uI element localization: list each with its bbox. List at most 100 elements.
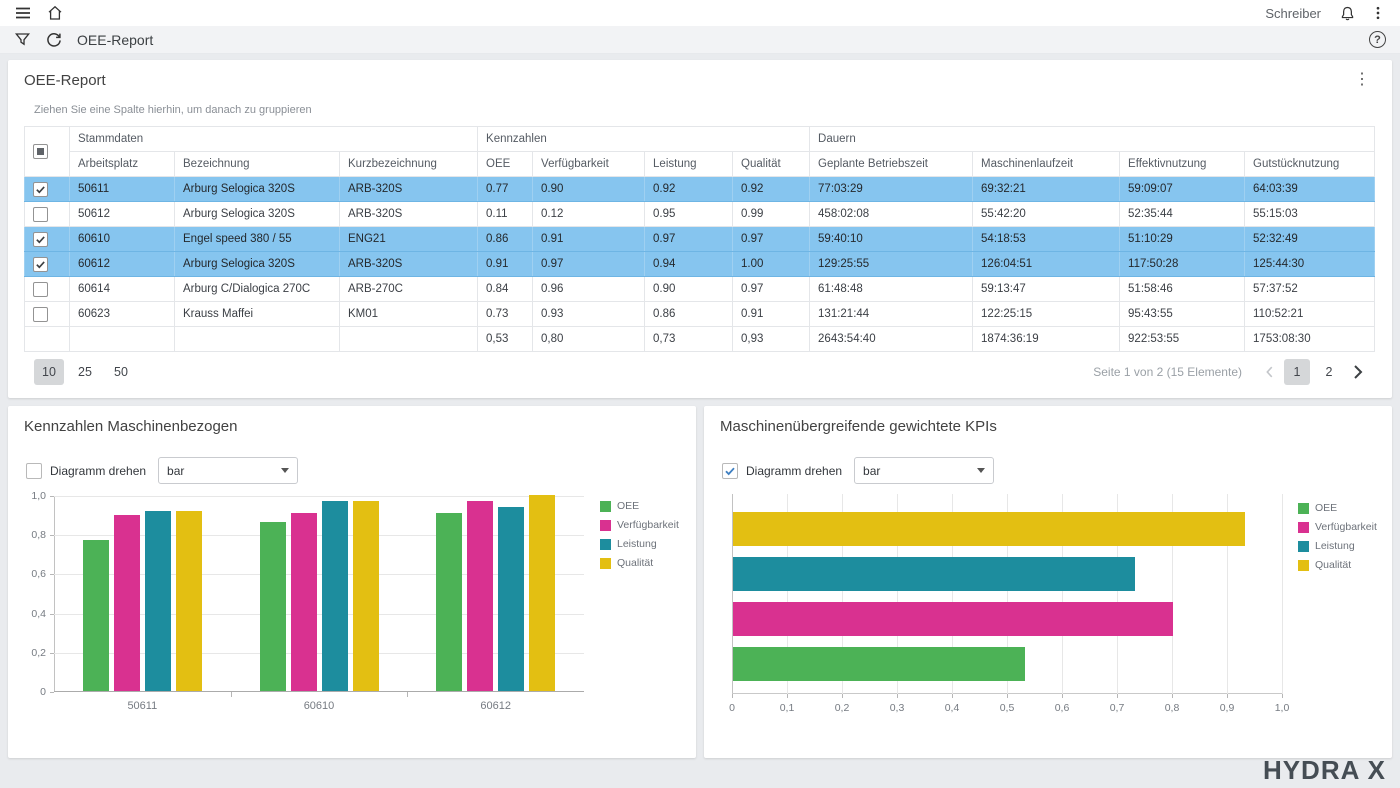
table-cell: 0.96 — [533, 277, 645, 302]
breadcrumb-title: OEE-Report — [77, 32, 153, 48]
table-row[interactable]: 60612Arburg Selogica 320SARB-320S0.910.9… — [25, 252, 1375, 277]
page-number-button[interactable]: 2 — [1316, 359, 1342, 385]
column-header[interactable]: Geplante Betriebszeit — [810, 152, 973, 177]
table-row[interactable]: 60623Krauss MaffeiKM010.730.930.860.9113… — [25, 302, 1375, 327]
rotate-chart-checkbox[interactable] — [722, 463, 738, 479]
column-header[interactable]: Effektivnutzung — [1120, 152, 1245, 177]
oee-report-panel: OEE-Report ⋮ Ziehen Sie eine Spalte hier… — [8, 60, 1392, 398]
summary-cell — [25, 327, 70, 352]
select-all-header[interactable] — [25, 127, 70, 177]
legend-label: OEE — [617, 500, 639, 512]
chart-bar — [733, 557, 1135, 591]
row-checkbox[interactable] — [33, 307, 48, 322]
legend-item: Leistung — [1298, 540, 1377, 552]
table-cell: 77:03:29 — [810, 177, 973, 202]
hamburger-menu-icon[interactable] — [14, 4, 32, 22]
y-tick — [50, 535, 54, 536]
x-tick — [1172, 694, 1173, 698]
column-header[interactable]: OEE — [478, 152, 533, 177]
notifications-bell-icon[interactable] — [1339, 5, 1356, 22]
table-row[interactable]: 50611Arburg Selogica 320SARB-320S0.770.9… — [25, 177, 1375, 202]
x-tick — [407, 692, 408, 697]
chart-type-value: bar — [167, 464, 184, 478]
panel-kebab-icon[interactable]: ⋮ — [1348, 70, 1376, 90]
table-row[interactable]: 60614Arburg C/Dialogica 270CARB-270C0.84… — [25, 277, 1375, 302]
summary-cell — [70, 327, 175, 352]
y-tick — [50, 496, 54, 497]
table-cell: 0.91 — [533, 227, 645, 252]
next-page-icon[interactable] — [1348, 363, 1366, 381]
user-name[interactable]: Schreiber — [1265, 6, 1321, 21]
column-group-header[interactable]: Stammdaten — [70, 127, 478, 152]
column-header[interactable]: Verfügbarkeit — [533, 152, 645, 177]
x-tick-label: 0,9 — [1211, 702, 1243, 714]
table-cell: 122:25:15 — [973, 302, 1120, 327]
report-toolbar: OEE-Report ? — [0, 26, 1400, 54]
table-row[interactable]: 50612Arburg Selogica 320SARB-320S0.110.1… — [25, 202, 1375, 227]
column-group-header[interactable]: Kennzahlen — [478, 127, 810, 152]
overflow-kebab-icon[interactable] — [1370, 5, 1386, 21]
hydra-x-logo: HYDRA X — [1263, 755, 1386, 786]
row-checkbox[interactable] — [33, 257, 48, 272]
select-all-checkbox[interactable] — [33, 144, 48, 159]
legend-label: Verfügbarkeit — [617, 519, 679, 531]
table-cell: 0.11 — [478, 202, 533, 227]
x-tick — [842, 694, 843, 698]
row-checkbox[interactable] — [33, 182, 48, 197]
table-cell: Arburg Selogica 320S — [175, 202, 340, 227]
group-by-hint[interactable]: Ziehen Sie eine Spalte hierhin, um danac… — [24, 90, 1376, 126]
table-cell: 50612 — [70, 202, 175, 227]
page-size-button[interactable]: 10 — [34, 359, 64, 385]
table-cell: 55:42:20 — [973, 202, 1120, 227]
row-checkbox-cell[interactable] — [25, 202, 70, 227]
row-checkbox-cell[interactable] — [25, 277, 70, 302]
page-size-button[interactable]: 50 — [106, 359, 136, 385]
column-header[interactable]: Qualität — [733, 152, 810, 177]
column-header[interactable]: Leistung — [645, 152, 733, 177]
column-header[interactable]: Gutstücknutzung — [1245, 152, 1375, 177]
column-header[interactable]: Bezeichnung — [175, 152, 340, 177]
row-checkbox-cell[interactable] — [25, 227, 70, 252]
page-size-button[interactable]: 25 — [70, 359, 100, 385]
panel-title: OEE-Report — [24, 72, 106, 89]
legend-item: OEE — [600, 500, 679, 512]
column-header[interactable]: Kurzbezeichnung — [340, 152, 478, 177]
row-checkbox[interactable] — [33, 232, 48, 247]
legend-item: Verfügbarkeit — [600, 519, 679, 531]
chart-type-select[interactable]: bar — [158, 457, 298, 484]
row-checkbox[interactable] — [33, 282, 48, 297]
table-cell: 0.86 — [645, 302, 733, 327]
plot-area: 00,10,20,30,40,50,60,70,80,91,0 — [732, 494, 1282, 694]
column-header[interactable]: Maschinenlaufzeit — [973, 152, 1120, 177]
row-checkbox-cell[interactable] — [25, 252, 70, 277]
table-cell: 131:21:44 — [810, 302, 973, 327]
help-icon[interactable]: ? — [1369, 31, 1386, 48]
filter-icon[interactable] — [14, 31, 31, 48]
column-group-header[interactable]: Dauern — [810, 127, 1375, 152]
table-row[interactable]: 60610Engel speed 380 / 55ENG210.860.910.… — [25, 227, 1375, 252]
table-cell: 0.92 — [733, 177, 810, 202]
chart-bar — [114, 515, 140, 691]
chart-type-select[interactable]: bar — [854, 457, 994, 484]
rotate-chart-checkbox[interactable] — [26, 463, 42, 479]
x-category-label: 60610 — [231, 700, 408, 712]
table-cell: 0.86 — [478, 227, 533, 252]
x-category-label: 60612 — [407, 700, 584, 712]
column-header[interactable]: Arbeitsplatz — [70, 152, 175, 177]
table-cell: 95:43:55 — [1120, 302, 1245, 327]
page-number-button[interactable]: 1 — [1284, 359, 1310, 385]
x-tick-label: 0 — [716, 702, 748, 714]
prev-page-icon[interactable] — [1262, 364, 1278, 380]
row-checkbox-cell[interactable] — [25, 302, 70, 327]
row-checkbox[interactable] — [33, 207, 48, 222]
pagination-info: Seite 1 von 2 (15 Elemente) — [1093, 365, 1242, 379]
table-cell: 51:10:29 — [1120, 227, 1245, 252]
legend-label: Verfügbarkeit — [1315, 521, 1377, 533]
chevron-down-icon — [977, 468, 985, 473]
home-icon[interactable] — [46, 4, 64, 22]
oee-table: StammdatenKennzahlenDauern ArbeitsplatzBe… — [24, 126, 1375, 352]
table-cell: 110:52:21 — [1245, 302, 1375, 327]
row-checkbox-cell[interactable] — [25, 177, 70, 202]
y-tick-label: 0,8 — [20, 529, 46, 541]
refresh-icon[interactable] — [45, 31, 63, 49]
